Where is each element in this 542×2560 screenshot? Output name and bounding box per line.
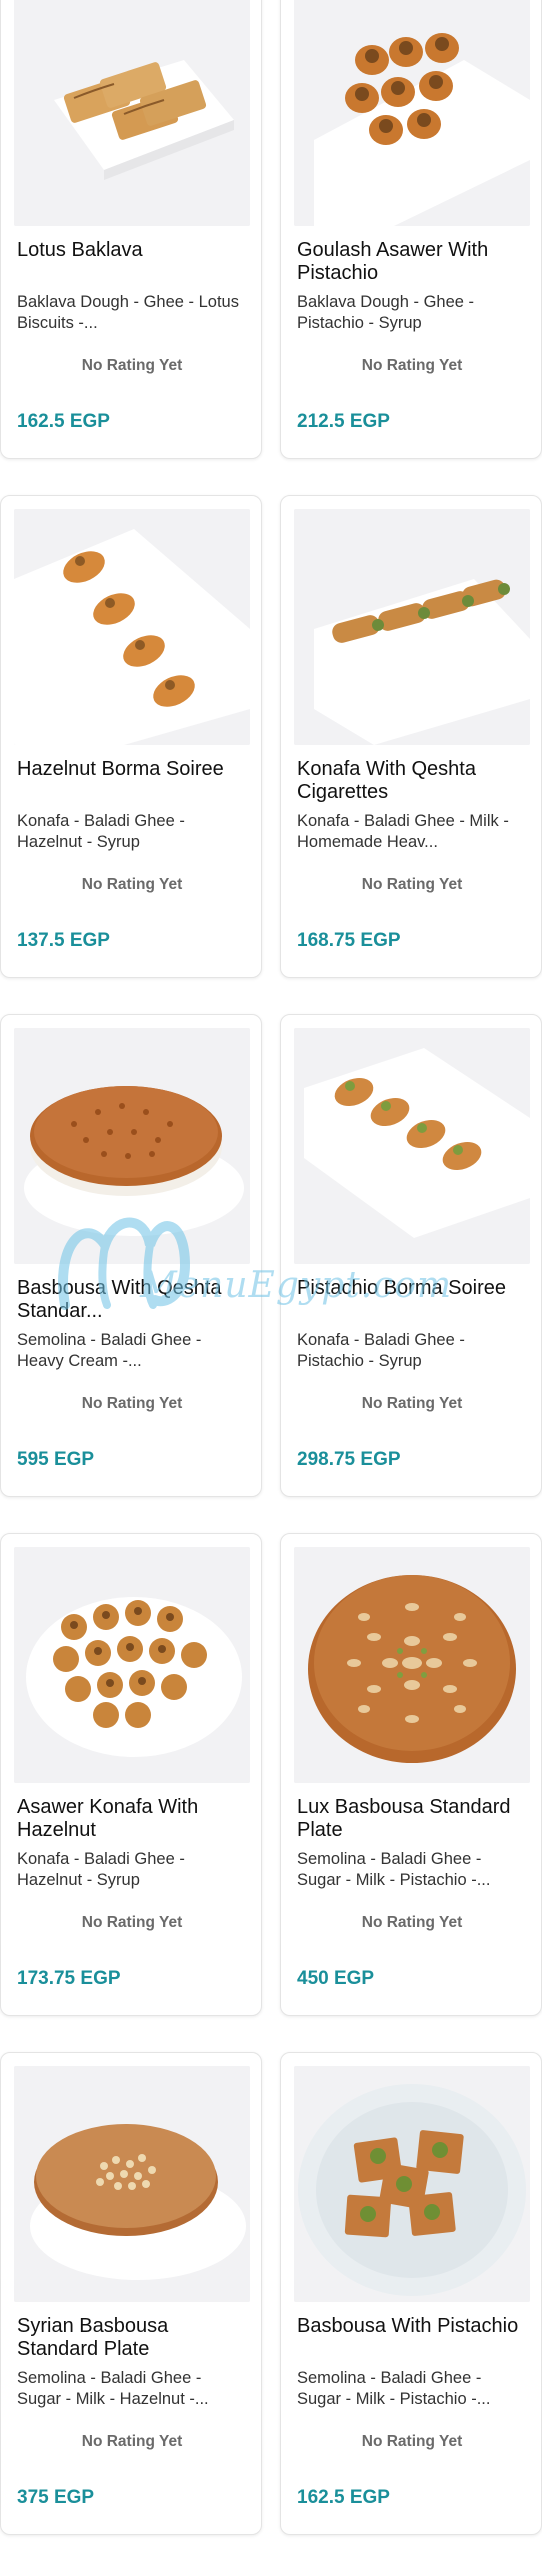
product-card[interactable]: Pistachio Borma Soiree Konafa - Baladi G… <box>280 1014 542 1497</box>
product-name: Basbousa With Pistachio <box>297 2315 519 2337</box>
product-rating: No Rating Yet <box>361 357 463 374</box>
product-rating: No Rating Yet <box>361 2433 463 2450</box>
product-card[interactable]: Basbousa With Qeshta Standar... Semolina… <box>0 1014 262 1497</box>
product-name: Asawer Konafa With Hazelnut <box>17 1796 199 1841</box>
product-price: 137.5 EGP <box>17 930 110 951</box>
product-description: Konafa - Baladi Ghee - Hazelnut - Syrup <box>17 812 185 851</box>
product-card[interactable]: Konafa With Qeshta Cigarettes Konafa - B… <box>280 495 542 978</box>
product-card[interactable]: Goulash Asawer With Pistachio Baklava Do… <box>280 0 542 459</box>
borma-pastry-icon <box>294 1028 530 1264</box>
product-price: 162.5 EGP <box>17 411 110 432</box>
product-rating: No Rating Yet <box>81 2433 183 2450</box>
product-name: Syrian Basbousa Standard Plate <box>17 2315 169 2360</box>
product-price: 173.75 EGP <box>17 1968 121 1989</box>
product-card[interactable]: Syrian Basbousa Standard Plate Semolina … <box>0 2052 262 2535</box>
product-rating: No Rating Yet <box>361 1395 463 1412</box>
product-description: Baklava Dough - Ghee - Lotus Biscuits -.… <box>17 293 239 332</box>
product-name: Basbousa With Qeshta Standar... <box>17 1277 222 1322</box>
product-card[interactable]: Hazelnut Borma Soiree Konafa - Baladi Gh… <box>0 495 262 978</box>
product-card[interactable]: Lux Basbousa Standard Plate Semolina - B… <box>280 1533 542 2016</box>
product-card[interactable]: Basbousa With Pistachio Semolina - Balad… <box>280 2052 542 2535</box>
basbousa-crumb-icon <box>14 2066 250 2302</box>
product-description: Semolina - Baladi Ghee - Heavy Cream -..… <box>17 1331 202 1370</box>
product-name: Pistachio Borma Soiree <box>297 1277 506 1299</box>
product-description: Semolina - Baladi Ghee - Sugar - Milk - … <box>297 1850 491 1889</box>
product-card[interactable]: Lotus Baklava Baklava Dough - Ghee - Lot… <box>0 0 262 459</box>
product-description: Konafa - Baladi Ghee - Hazelnut - Syrup <box>17 1850 185 1889</box>
product-name: Konafa With Qeshta Cigarettes <box>297 758 476 803</box>
asawer-pastry-icon <box>294 0 530 226</box>
product-rating: No Rating Yet <box>361 1914 463 1931</box>
product-card[interactable]: Asawer Konafa With Hazelnut Konafa - Bal… <box>0 1533 262 2016</box>
basbousa-squares-icon <box>294 2066 530 2302</box>
konafa-rolls-icon <box>294 509 530 745</box>
product-rating: No Rating Yet <box>81 1914 183 1931</box>
product-description: Konafa - Baladi Ghee - Pistachio - Syrup <box>297 1331 465 1370</box>
product-price: 212.5 EGP <box>297 411 390 432</box>
borma-pastry-icon <box>14 509 250 745</box>
product-description: Baklava Dough - Ghee - Pistachio - Syrup <box>297 293 475 332</box>
product-name: Goulash Asawer With Pistachio <box>297 239 489 284</box>
product-price: 595 EGP <box>17 1449 95 1470</box>
product-name: Lotus Baklava <box>17 239 143 261</box>
product-name: Hazelnut Borma Soiree <box>17 758 224 780</box>
baklava-tray-icon <box>14 0 250 226</box>
product-name: Lux Basbousa Standard Plate <box>297 1796 511 1841</box>
product-price: 375 EGP <box>17 2487 95 2508</box>
product-rating: No Rating Yet <box>81 876 183 893</box>
product-price: 450 EGP <box>297 1968 375 1989</box>
basbousa-cake-icon <box>14 1028 250 1264</box>
asawer-plate-icon <box>14 1547 250 1783</box>
product-price: 162.5 EGP <box>297 2487 390 2508</box>
product-price: 298.75 EGP <box>297 1449 401 1470</box>
basbousa-nuts-icon <box>294 1547 530 1783</box>
product-price: 168.75 EGP <box>297 930 401 951</box>
product-grid: Lotus Baklava Baklava Dough - Ghee - Lot… <box>0 0 542 2535</box>
product-rating: No Rating Yet <box>361 876 463 893</box>
product-description: Semolina - Baladi Ghee - Sugar - Milk - … <box>297 2369 491 2408</box>
product-description: Semolina - Baladi Ghee - Sugar - Milk - … <box>17 2369 209 2408</box>
product-rating: No Rating Yet <box>81 357 183 374</box>
product-description: Konafa - Baladi Ghee - Milk - Homemade H… <box>297 812 509 851</box>
product-rating: No Rating Yet <box>81 1395 183 1412</box>
